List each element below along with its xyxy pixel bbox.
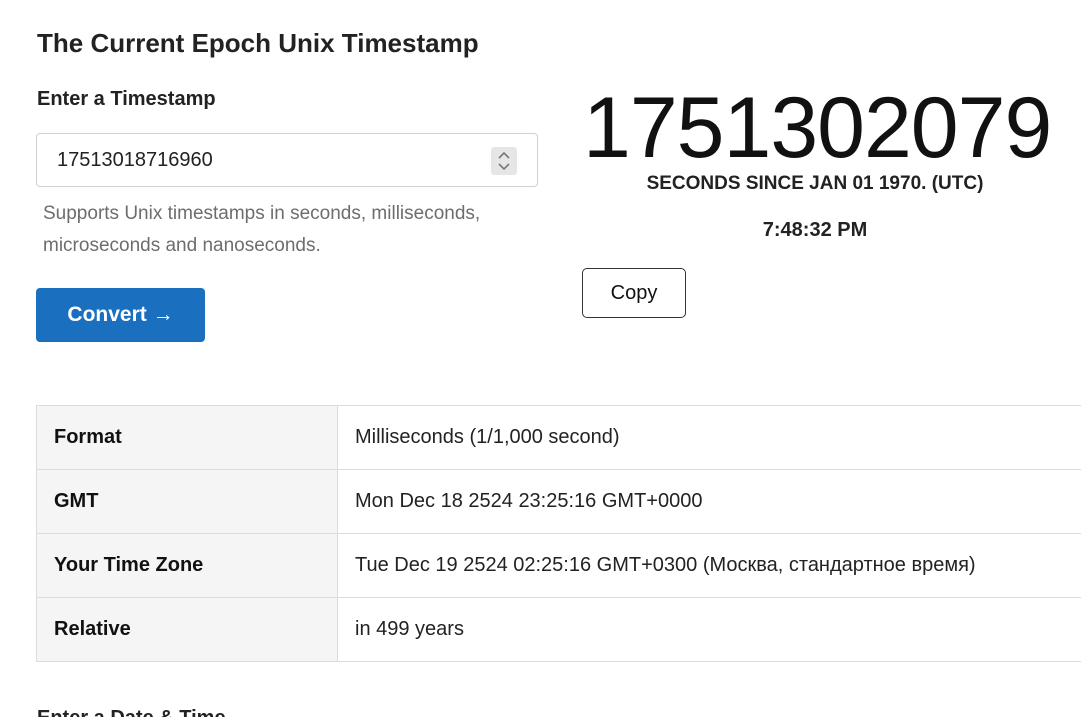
conversion-result-table: Format Milliseconds (1/1,000 second) GMT…: [36, 405, 1081, 662]
row-key: Format: [36, 405, 338, 470]
up-down-chevron-icon: [498, 151, 510, 171]
date-time-section-title: Enter a Date & Time: [37, 707, 226, 717]
epoch-converter-page: The Current Epoch Unix Timestamp Enter a…: [0, 0, 1081, 717]
convert-button[interactable]: Convert →: [36, 288, 205, 342]
row-value: Mon Dec 18 2524 23:25:16 GMT+0000: [337, 469, 1081, 534]
row-key: GMT: [36, 469, 338, 534]
timestamp-caption: SECONDS SINCE JAN 01 1970. (UTC): [646, 173, 984, 194]
row-key: Relative: [36, 597, 338, 662]
timestamp-input-box: [36, 133, 538, 187]
timestamp-input[interactable]: [57, 134, 477, 186]
row-value: in 499 years: [337, 597, 1081, 662]
number-spinner[interactable]: [491, 147, 517, 175]
current-timestamp: 1751302079: [583, 80, 1052, 176]
input-help-text: Supports Unix timestamps in seconds, mil…: [43, 203, 481, 256]
table-row: Relative in 499 years: [36, 597, 1081, 662]
copy-button[interactable]: Copy: [582, 268, 686, 318]
row-value: Tue Dec 19 2524 02:25:16 GMT+0300 (Москв…: [337, 533, 1081, 598]
page-title: The Current Epoch Unix Timestamp: [37, 28, 479, 58]
row-key: Your Time Zone: [36, 533, 338, 598]
current-time: 7:48:32 PM: [762, 219, 868, 241]
timestamp-field-label: Enter a Timestamp: [37, 88, 216, 110]
table-row: Your Time Zone Tue Dec 19 2524 02:25:16 …: [36, 533, 1081, 598]
row-value: Milliseconds (1/1,000 second): [337, 405, 1081, 470]
table-row: GMT Mon Dec 18 2524 23:25:16 GMT+0000: [36, 469, 1081, 534]
table-row: Format Milliseconds (1/1,000 second): [36, 405, 1081, 470]
